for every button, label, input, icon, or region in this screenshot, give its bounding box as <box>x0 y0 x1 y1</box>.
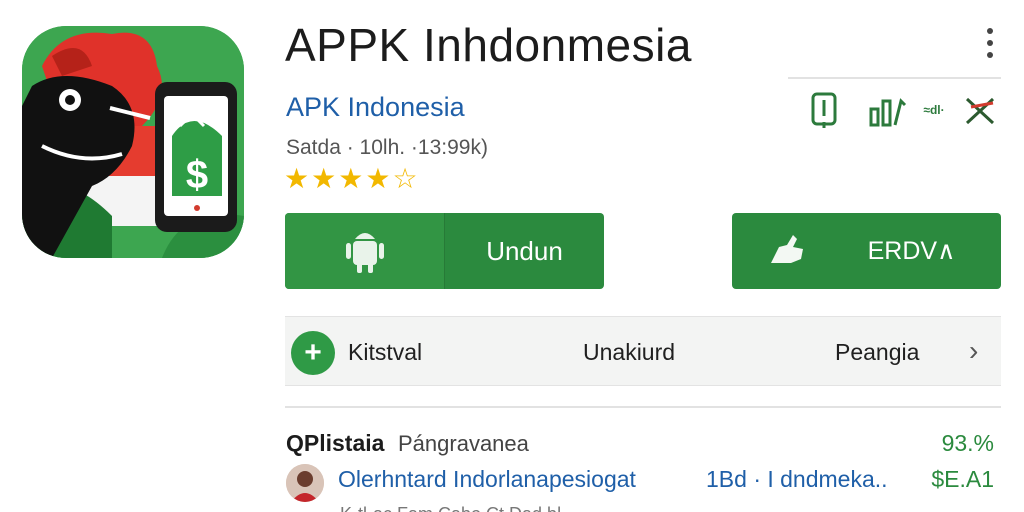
list-item-caption: K·tl·ac Fam Cabo Ct Dad.bl <box>340 504 561 512</box>
app-title: APPK Inhdonmesia <box>285 19 692 71</box>
star-icon: ★ <box>365 163 391 194</box>
app-icon: $ <box>22 26 244 258</box>
info-bar[interactable]: + Kitstval Unakiurd Peangia › <box>285 316 1001 386</box>
download-button[interactable]: Undun <box>285 213 604 289</box>
app-meta: Satda · 10lh. ·13:99k) <box>286 136 488 159</box>
list-item[interactable]: Olerhntard Indorlanapesiogat 1Bd · I dnd… <box>286 462 1002 502</box>
developer-link[interactable]: APK Indonesia <box>286 92 465 123</box>
star-icon: ★ <box>338 163 364 194</box>
info-label-2: Unakiurd <box>583 339 676 365</box>
info-icon[interactable] <box>806 90 842 130</box>
chart-icon[interactable] <box>868 90 908 130</box>
star-icon: ★ <box>284 163 310 194</box>
thumb-icon <box>732 233 842 269</box>
list-item-subtitle: Pángravanea <box>398 431 529 456</box>
more-options-icon[interactable] <box>976 24 1004 62</box>
secondary-action-button[interactable]: ERDV∧ <box>732 213 1001 289</box>
star-empty-icon: ☆ <box>392 163 418 194</box>
star-icon: ★ <box>311 163 337 194</box>
secondary-button-label: ERDV∧ <box>867 237 956 265</box>
small-label: ≈dl· <box>923 103 945 117</box>
chevron-right-icon: › <box>969 335 979 366</box>
android-icon <box>285 213 445 289</box>
svg-text:$: $ <box>186 153 208 197</box>
add-icon: + <box>291 331 335 375</box>
close-icon[interactable] <box>962 90 998 130</box>
list-item-link[interactable]: Olerhntard Indorlanapesiogat <box>338 466 636 493</box>
download-button-label: Undun <box>486 235 563 266</box>
list-item: QPlistaia Pángravanea 93.% <box>286 428 1002 458</box>
action-icons: ≈dl· <box>806 90 1002 130</box>
info-label-1: Kitstval <box>348 339 423 365</box>
list-item-value: 93.% <box>941 430 994 456</box>
list-item-price: $E.A1 <box>931 466 994 492</box>
section-divider <box>285 406 1001 408</box>
rating-stars: ★ ★ ★ ★ ☆ <box>284 164 418 194</box>
list-item-link-2[interactable]: 1Bd · I dndmeka.. <box>706 466 888 493</box>
list-item-title: QPlistaia <box>286 430 385 456</box>
header-divider <box>788 77 1001 79</box>
avatar <box>286 464 324 502</box>
info-label-3: Peangia <box>835 339 920 365</box>
